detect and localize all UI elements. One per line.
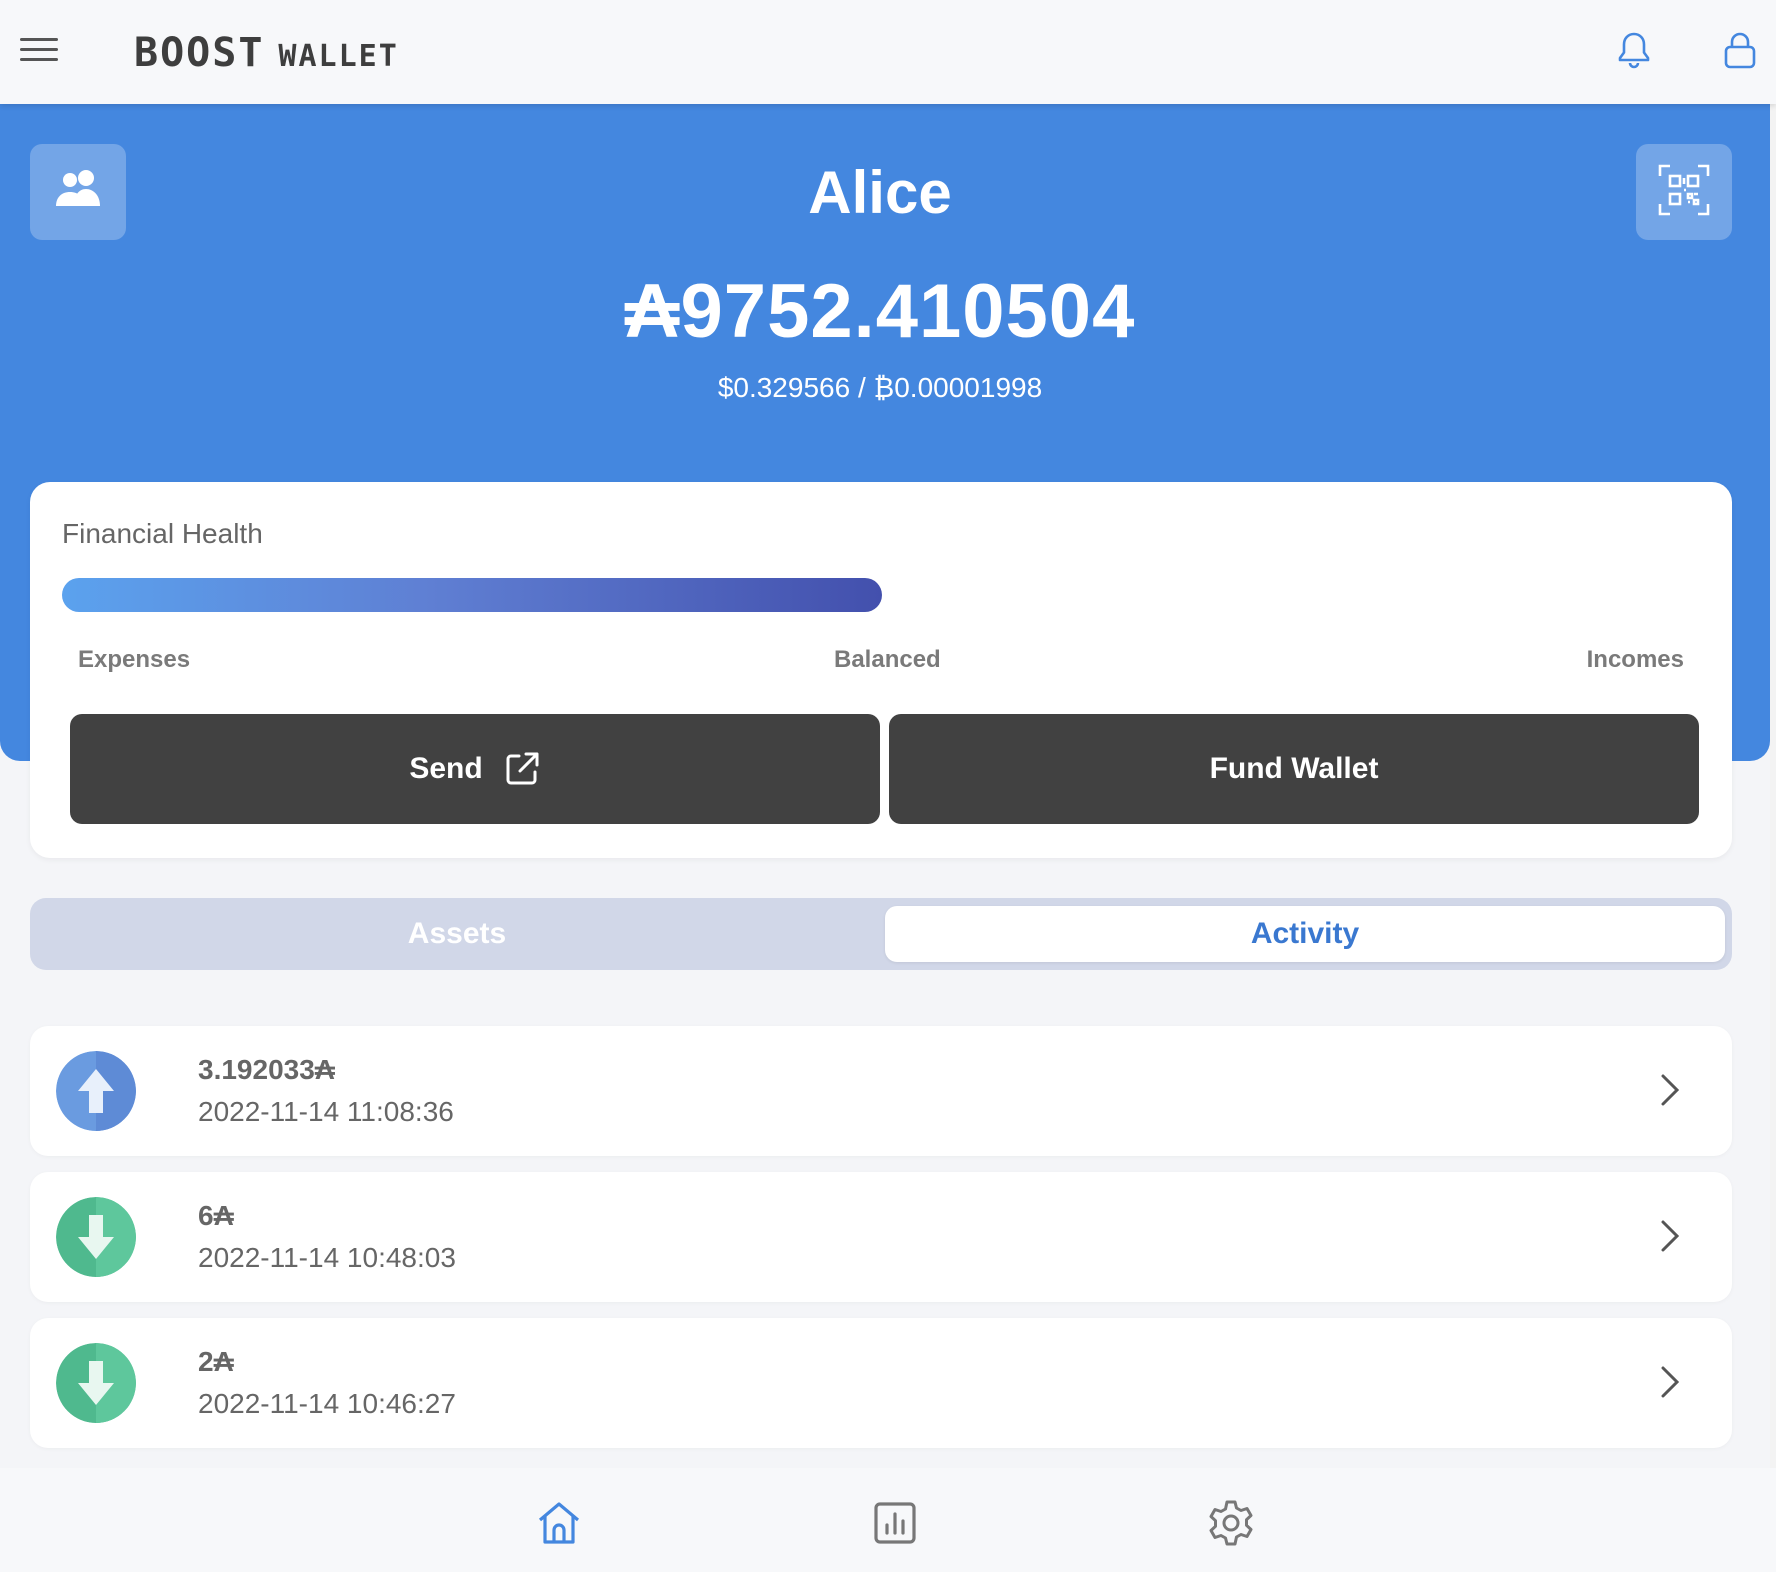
transaction-timestamp: 2022-11-14 11:08:36 [198,1096,454,1127]
logo-text-wallet: WALLET [278,39,399,74]
list-item[interactable]: 6₳ 2022-11-14 10:48:03 [30,1172,1732,1302]
list-item[interactable]: 3.192033₳ 2022-11-14 11:08:36 [30,1026,1732,1156]
send-button-label: Send [409,752,483,785]
incoming-arrow-icon [56,1343,136,1423]
transaction-amount: 3.192033₳ [198,1054,336,1085]
fund-wallet-button-label: Fund Wallet [1209,752,1379,785]
bottom-nav [0,1468,1776,1572]
scrollbar[interactable] [1770,104,1776,1468]
chevron-right-icon [1658,1364,1682,1400]
incomes-label: Incomes [1586,646,1684,673]
external-link-icon [503,750,541,788]
financial-health-bar [62,578,882,612]
account-name: Alice [808,159,952,226]
logo-text-boost: BOOST [134,30,265,76]
top-bar: BOOST WALLET [0,0,1776,104]
lock-icon[interactable] [1716,26,1764,74]
transaction-timestamp: 2022-11-14 10:46:27 [198,1388,456,1419]
transaction-amount: 6₳ [198,1200,234,1231]
tab-assets[interactable]: Assets [30,906,884,962]
list-item[interactable]: 2₳ 2022-11-14 10:46:27 [30,1318,1732,1448]
chevron-right-icon [1658,1072,1682,1108]
home-icon[interactable] [534,1498,584,1548]
financial-health-title: Financial Health [62,518,263,549]
bell-icon[interactable] [1610,26,1658,74]
menu-icon[interactable] [20,38,58,62]
transaction-timestamp: 2022-11-14 10:48:03 [198,1242,456,1273]
send-button[interactable]: Send [70,714,880,824]
fiat-value: $0.329566 / ₿0.00001998 [717,372,1043,403]
balanced-label: Balanced [834,646,941,673]
chart-icon[interactable] [870,1498,920,1548]
chevron-right-icon [1658,1218,1682,1254]
transaction-amount: 2₳ [198,1346,234,1377]
incoming-arrow-icon [56,1197,136,1277]
tab-switcher: Assets Activity [30,898,1732,970]
expenses-label: Expenses [78,646,191,673]
balance-amount: ₳9752.410504 [624,269,1136,354]
app-logo: BOOST WALLET [134,30,399,76]
settings-icon[interactable] [1206,1498,1256,1548]
tab-activity[interactable]: Activity [885,906,1725,962]
financial-health-card: Financial Health Expenses Balanced Incom… [30,482,1732,858]
fund-wallet-button[interactable]: Fund Wallet [889,714,1699,824]
outgoing-arrow-icon [56,1051,136,1131]
